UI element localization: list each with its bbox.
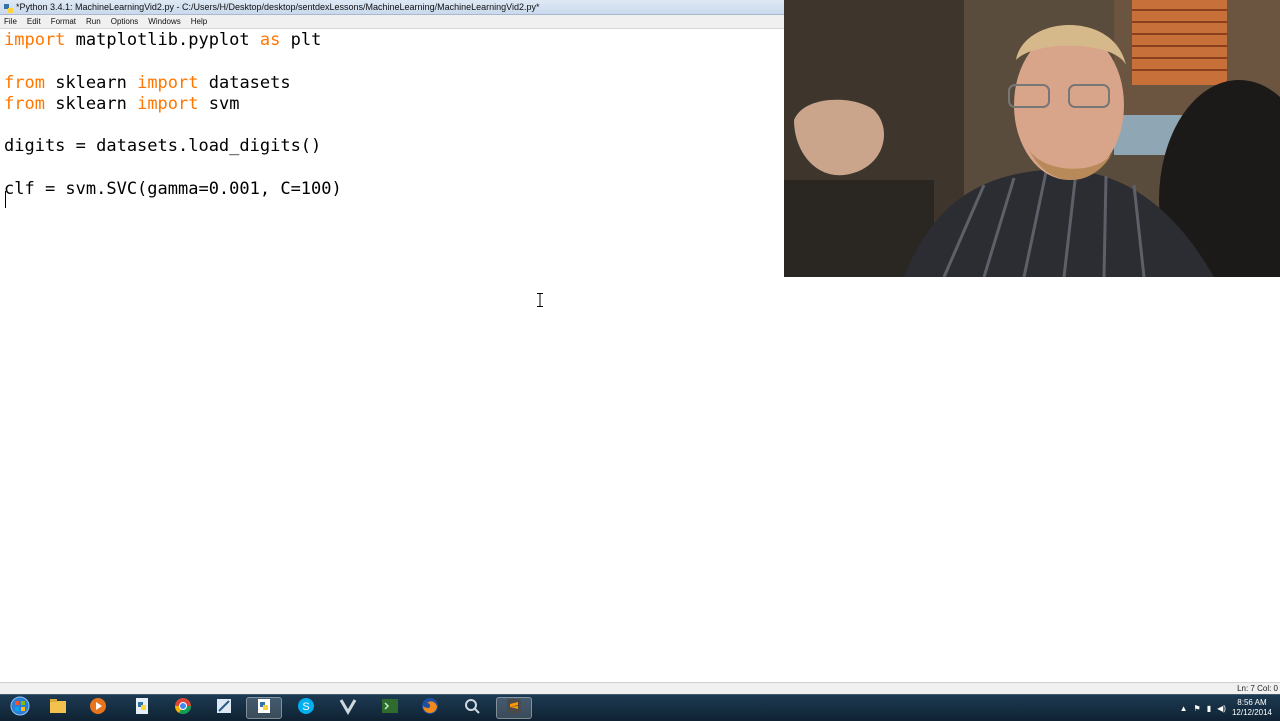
keyword: from	[4, 93, 45, 114]
flag-icon[interactable]: ⚑	[1194, 704, 1201, 713]
code-token: sklearn	[44, 72, 138, 93]
volume-icon[interactable]: ◀)	[1217, 704, 1226, 713]
taskbar-file-explorer[interactable]	[40, 697, 76, 719]
sublime-icon	[505, 697, 523, 720]
svg-text:S: S	[302, 701, 309, 713]
taskbar-vim[interactable]	[330, 697, 366, 719]
start-orb-icon	[10, 696, 30, 721]
taskbar-firefox[interactable]	[412, 697, 448, 719]
keyword: import	[4, 30, 66, 50]
menu-edit[interactable]: Edit	[27, 15, 41, 28]
menu-help[interactable]: Help	[191, 15, 207, 28]
skype-icon: S	[297, 697, 315, 720]
editor-icon	[215, 697, 233, 720]
code-token: clf = svm.SVC(gamma=0.001, C=100)	[4, 179, 342, 200]
menu-windows[interactable]: Windows	[148, 15, 180, 28]
taskbar-python-file[interactable]	[124, 697, 160, 719]
chrome-icon	[174, 697, 192, 720]
taskbar-terminal[interactable]	[372, 697, 408, 719]
vim-icon	[339, 697, 357, 720]
system-tray: ▲ ⚑ ▮ ◀) 8:56 AM 12/12/2014	[1180, 695, 1272, 721]
code-token: sklearn	[44, 93, 138, 114]
network-icon[interactable]: ▮	[1207, 704, 1211, 713]
text-caret	[5, 191, 6, 208]
code-token: datasets	[198, 72, 291, 93]
menu-run[interactable]: Run	[86, 15, 101, 28]
taskbar-idle[interactable]	[246, 697, 282, 719]
clock-time: 8:56 AM	[1237, 698, 1267, 707]
webcam-overlay	[784, 0, 1280, 277]
python-icon	[4, 3, 13, 14]
code-text: import matplotlib.pyplot as plt from skl…	[4, 30, 342, 200]
code-line: digits = datasets.load_digits()	[4, 136, 342, 157]
taskbar-media-player[interactable]	[80, 697, 116, 719]
code-line: from sklearn import datasets	[4, 73, 342, 94]
taskbar-skype[interactable]: S	[288, 697, 324, 719]
ibeam-cursor-icon	[537, 293, 543, 307]
keyword: from	[4, 72, 45, 93]
code-token: svm	[198, 93, 240, 114]
clock[interactable]: 8:56 AM 12/12/2014	[1232, 698, 1272, 718]
code-line: clf = svm.SVC(gamma=0.001, C=100)	[4, 179, 342, 200]
keyword: as	[259, 30, 281, 50]
taskbar-chrome[interactable]	[165, 697, 201, 719]
keyword: import	[137, 72, 199, 93]
start-button[interactable]	[2, 696, 38, 721]
code-token: plt	[280, 30, 322, 50]
menu-format[interactable]: Format	[51, 15, 76, 28]
window-title: *Python 3.4.1: MachineLearningVid2.py - …	[16, 2, 540, 12]
idle-icon	[255, 697, 273, 720]
code-line: from sklearn import svm	[4, 94, 342, 115]
file-explorer-icon	[49, 698, 67, 719]
show-hidden-icons-icon[interactable]: ▲	[1180, 704, 1188, 713]
code-token: digits = datasets.load_digits()	[4, 136, 322, 157]
keyword: import	[137, 93, 199, 114]
menu-file[interactable]: File	[4, 15, 17, 28]
taskbar-editor[interactable]	[206, 697, 242, 719]
search-app-icon	[463, 697, 481, 720]
taskbar-sublime[interactable]	[496, 697, 532, 719]
clock-date: 12/12/2014	[1231, 708, 1272, 717]
media-player-icon	[89, 697, 107, 720]
taskbar-search-app[interactable]	[454, 697, 490, 719]
taskbar: S ▲ ⚑ ▮ ◀) 8:56 AM 12/12/2014	[0, 694, 1280, 721]
firefox-icon	[421, 697, 439, 720]
code-line: import matplotlib.pyplot as plt	[4, 30, 342, 51]
menu-options[interactable]: Options	[111, 15, 139, 28]
python-file-icon	[134, 697, 150, 720]
terminal-icon	[381, 698, 399, 719]
code-token: matplotlib.pyplot	[65, 30, 260, 50]
